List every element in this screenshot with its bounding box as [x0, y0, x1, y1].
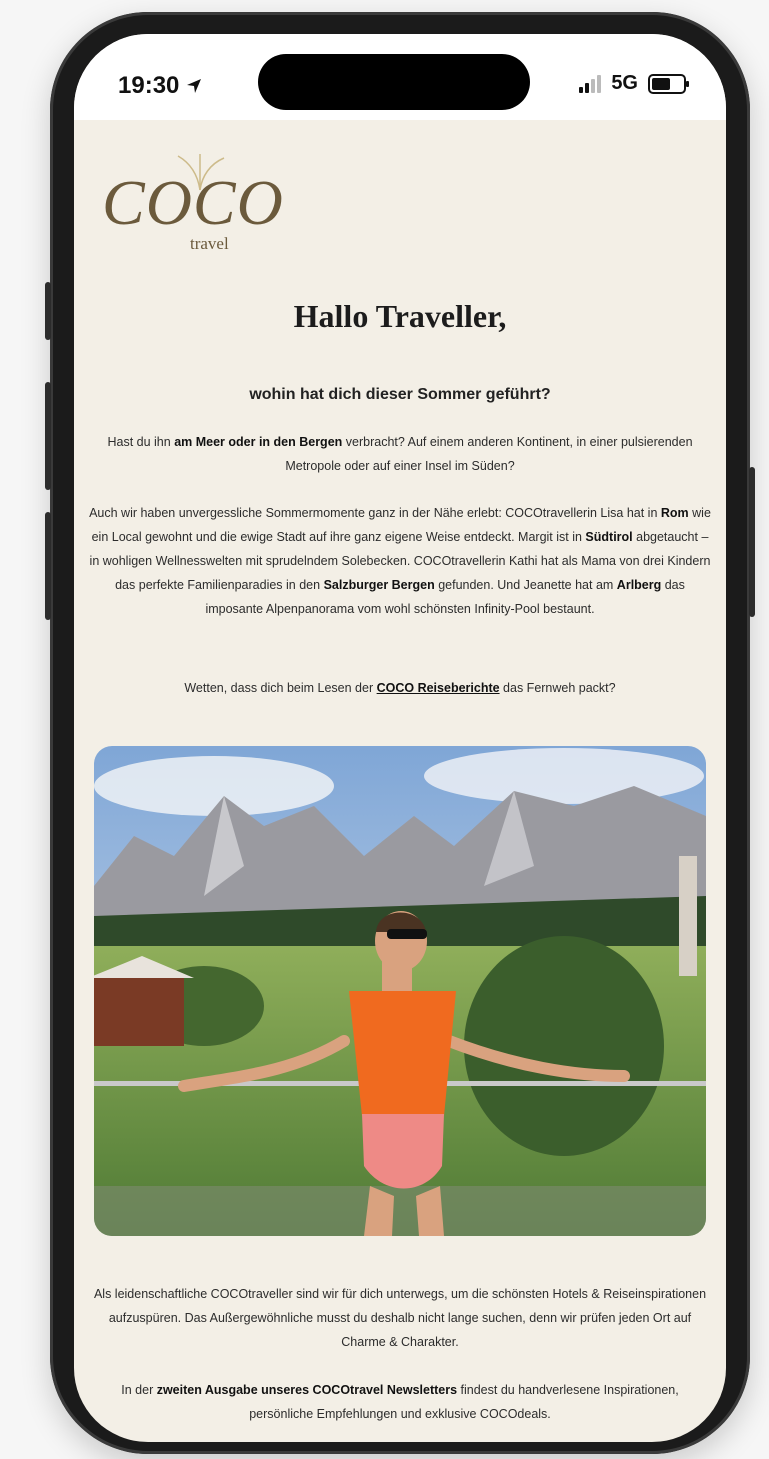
coco-travel-logo[interactable]: COCO travel [102, 154, 284, 258]
logo-text: COCO [102, 167, 284, 238]
volume-up-button [45, 382, 51, 490]
edition-paragraph: In der zweiten Ausgabe unseres COCOtrave… [121, 1383, 679, 1421]
logo-subtext: travel [190, 234, 229, 253]
power-button [749, 467, 755, 617]
signal-icon [579, 74, 602, 93]
dynamic-island [258, 54, 530, 110]
reports-teaser-paragraph: Wetten, dass dich beim Lesen der COCO Re… [184, 681, 616, 695]
greeting-heading: Hallo Traveller, [293, 298, 507, 334]
status-indicators: 5G [579, 72, 689, 95]
location-arrow-icon [187, 79, 202, 93]
mute-switch [45, 282, 51, 340]
volume-down-button [45, 512, 51, 620]
battery-icon [648, 73, 689, 94]
hero-photo[interactable] [94, 746, 706, 1236]
intro-paragraph: Hast du ihn am Meer oder in den Bergen v… [107, 435, 693, 473]
summer-stories-paragraph: Auch wir haben unvergessliche Sommermome… [89, 506, 711, 616]
subheadline: wohin hat dich dieser Sommer geführt? [249, 386, 551, 403]
coco-reiseberichte-link[interactable]: COCO Reiseberichte [377, 681, 500, 695]
status-bar: 19:30 5G [74, 34, 726, 120]
time-label: 19:30 [118, 72, 180, 99]
about-paragraph: Als leidenschaftliche COCOtraveller sind… [93, 1287, 707, 1349]
phone-screen: 19:30 5G COCO travel Hallo Traveller, wo… [74, 34, 726, 1442]
status-time: 19:30 [118, 72, 203, 100]
network-type: 5G [611, 72, 638, 94]
